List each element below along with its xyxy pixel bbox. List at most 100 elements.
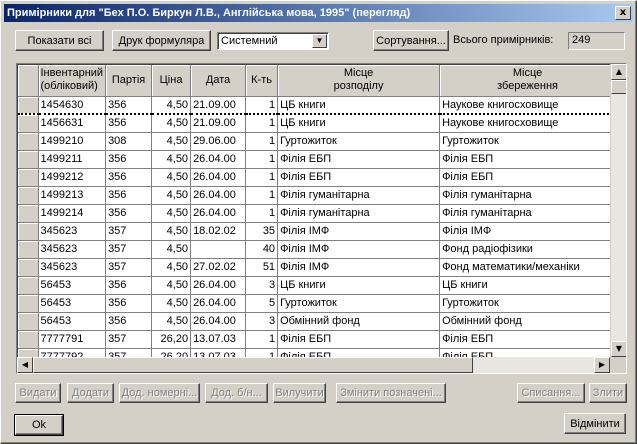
table-cell[interactable]: 4,50	[151, 204, 192, 223]
scroll-down-icon[interactable]: ▼	[611, 341, 626, 357]
table-cell[interactable]: Гуртожиток	[439, 294, 617, 313]
table-cell[interactable]: 1499211	[38, 150, 107, 169]
table-cell[interactable]: 26.04.00	[190, 186, 247, 205]
close-button[interactable]: x	[615, 6, 631, 20]
table-cell[interactable]: Філія ІМФ	[439, 222, 617, 241]
table-cell[interactable]: Фонд математики/механіки	[439, 258, 617, 277]
table-cell[interactable]: 3	[245, 312, 279, 331]
table-cell[interactable]: 56453	[38, 276, 107, 295]
column-header-inventory[interactable]: Інвентарний (обліковий)	[38, 65, 107, 97]
table-cell[interactable]: 1454630	[38, 96, 107, 115]
table-cell[interactable]: Філія ІМФ	[277, 258, 441, 277]
table-cell[interactable]: 4,50	[151, 222, 192, 241]
row-indicator[interactable]	[18, 240, 39, 259]
table-cell[interactable]: Обмінний фонд	[439, 312, 617, 331]
format-select[interactable]: Системний ▼	[217, 32, 329, 50]
exclude-button[interactable]: Вилучити	[273, 383, 326, 403]
issue-button[interactable]: Видати	[15, 383, 61, 403]
table-cell[interactable]: 345623	[38, 222, 107, 241]
table-row[interactable]: 56453 356 4,50 26.04.00 3 Обмінний фонд Обмінн…	[18, 312, 617, 331]
table-cell[interactable]: 1	[245, 96, 279, 115]
row-indicator[interactable]	[18, 150, 39, 169]
table-cell[interactable]: 357	[105, 258, 153, 277]
table-cell[interactable]: 1456631	[38, 114, 107, 133]
horizontal-scroll-thumb[interactable]	[33, 357, 473, 373]
add-unnumbered-button[interactable]: Дод. б/н...	[205, 383, 268, 403]
row-indicator[interactable]	[18, 132, 39, 151]
sort-button[interactable]: Сортування...	[373, 30, 449, 51]
table-cell[interactable]: 35	[245, 222, 279, 241]
row-indicator[interactable]	[18, 168, 39, 187]
table-cell[interactable]: Філія ІМФ	[277, 240, 441, 259]
table-cell[interactable]: 1	[245, 114, 279, 133]
column-header-distribution[interactable]: Місце розподілу	[277, 65, 441, 97]
table-row[interactable]: 345623 357 4,50 27.02.02 51 Філія ІМФ Фонд мат…	[18, 258, 617, 277]
copies-table[interactable]: Інвентарний (обліковий) Партія Ціна Дата …	[16, 63, 627, 374]
table-cell[interactable]: 4,50	[151, 132, 192, 151]
column-header-storage[interactable]: Місце збереження	[439, 65, 617, 97]
table-cell[interactable]: Філія ІМФ	[277, 222, 441, 241]
table-cell[interactable]: Філія гуманітарна	[439, 204, 617, 223]
table-cell[interactable]: ЦБ книги	[277, 276, 441, 295]
table-row[interactable]: 1456631 356 4,50 21.09.00 1 ЦБ книги Наукове к…	[18, 114, 617, 133]
table-cell[interactable]: 26.04.00	[190, 294, 247, 313]
table-cell[interactable]: 27.02.02	[190, 258, 247, 277]
table-cell[interactable]: 356	[105, 294, 153, 313]
table-cell[interactable]: ЦБ книги	[439, 276, 617, 295]
print-form-button[interactable]: Друк формуляра	[112, 30, 211, 51]
table-row[interactable]: 1499212 356 4,50 26.04.00 1 Філія ЕБП Філія ЕБ…	[18, 168, 617, 187]
change-mark-button[interactable]: Змінити позначені...	[336, 383, 446, 403]
row-indicator[interactable]	[18, 96, 39, 115]
table-cell[interactable]: 4,50	[151, 186, 192, 205]
table-cell[interactable]: 7777791	[38, 330, 107, 349]
table-row[interactable]: 1454630 356 4,50 21.09.00 1 ЦБ книги Наукове к…	[18, 96, 617, 115]
scroll-left-icon[interactable]: ◀	[17, 357, 33, 373]
table-cell[interactable]: Філія ЕБП	[439, 168, 617, 187]
table-cell[interactable]: 356	[105, 204, 153, 223]
table-cell[interactable]: 1499214	[38, 204, 107, 223]
table-cell[interactable]: 4,50	[151, 276, 192, 295]
table-cell[interactable]: 26.04.00	[190, 168, 247, 187]
row-indicator[interactable]	[18, 258, 39, 277]
table-cell[interactable]: Філія ЕБП	[277, 330, 441, 349]
table-cell[interactable]: 356	[105, 186, 153, 205]
table-cell[interactable]: Гуртожиток	[277, 294, 441, 313]
horizontal-scrollbar[interactable]: ◀ ▶	[17, 357, 610, 373]
table-cell[interactable]: Філія гуманітарна	[277, 204, 441, 223]
table-cell[interactable]: 1499210	[38, 132, 107, 151]
table-cell[interactable]: 357	[105, 222, 153, 241]
table-cell[interactable]: 13.07.03	[190, 330, 247, 349]
table-cell[interactable]: 4,50	[151, 294, 192, 313]
table-row[interactable]: 7777791 357 26,20 13.07.03 1 Філія ЕБП Філія Е…	[18, 330, 617, 349]
add-numbered-button[interactable]: Дод. номерні...	[119, 383, 200, 403]
column-header-date[interactable]: Дата	[190, 65, 247, 97]
chevron-down-icon[interactable]: ▼	[312, 34, 327, 48]
table-cell[interactable]: 356	[105, 168, 153, 187]
table-cell[interactable]: 356	[105, 114, 153, 133]
table-cell[interactable]: 21.09.00	[190, 114, 247, 133]
row-indicator[interactable]	[18, 204, 39, 223]
row-indicator[interactable]	[18, 114, 39, 133]
vertical-scroll-thumb[interactable]	[611, 80, 626, 94]
table-cell[interactable]: 26.04.00	[190, 276, 247, 295]
table-cell[interactable]: Філія ЕБП	[439, 150, 617, 169]
table-cell[interactable]: Філія ЕБП	[277, 150, 441, 169]
table-row[interactable]: 56453 356 4,50 26.04.00 5 Гуртожиток Гуртожито…	[18, 294, 617, 313]
table-cell[interactable]: 357	[105, 240, 153, 259]
table-cell[interactable]: Філія гуманітарна	[277, 186, 441, 205]
column-header-quantity[interactable]: К-ть	[245, 65, 279, 97]
vertical-scrollbar[interactable]: ▲ ▼	[610, 64, 626, 357]
table-cell[interactable]: 4,50	[151, 168, 192, 187]
table-row[interactable]: 1499211 356 4,50 26.04.00 1 Філія ЕБП Філія ЕБ…	[18, 150, 617, 169]
table-cell[interactable]: 356	[105, 150, 153, 169]
table-cell[interactable]: 4,50	[151, 240, 192, 259]
table-cell[interactable]: Філія ЕБП	[439, 330, 617, 349]
table-cell[interactable]: 40	[245, 240, 279, 259]
scroll-up-icon[interactable]: ▲	[611, 64, 626, 80]
table-row[interactable]: 1499213 356 4,50 26.04.00 1 Філія гуманітарна…	[18, 186, 617, 205]
table-cell[interactable]: 1499212	[38, 168, 107, 187]
table-cell[interactable]: 345623	[38, 240, 107, 259]
table-cell[interactable]: Філія гуманітарна	[439, 186, 617, 205]
table-cell[interactable]: 1	[245, 186, 279, 205]
table-row[interactable]: 345623 357 4,50 40 Філія ІМФ Фонд радіофізики	[18, 240, 617, 259]
